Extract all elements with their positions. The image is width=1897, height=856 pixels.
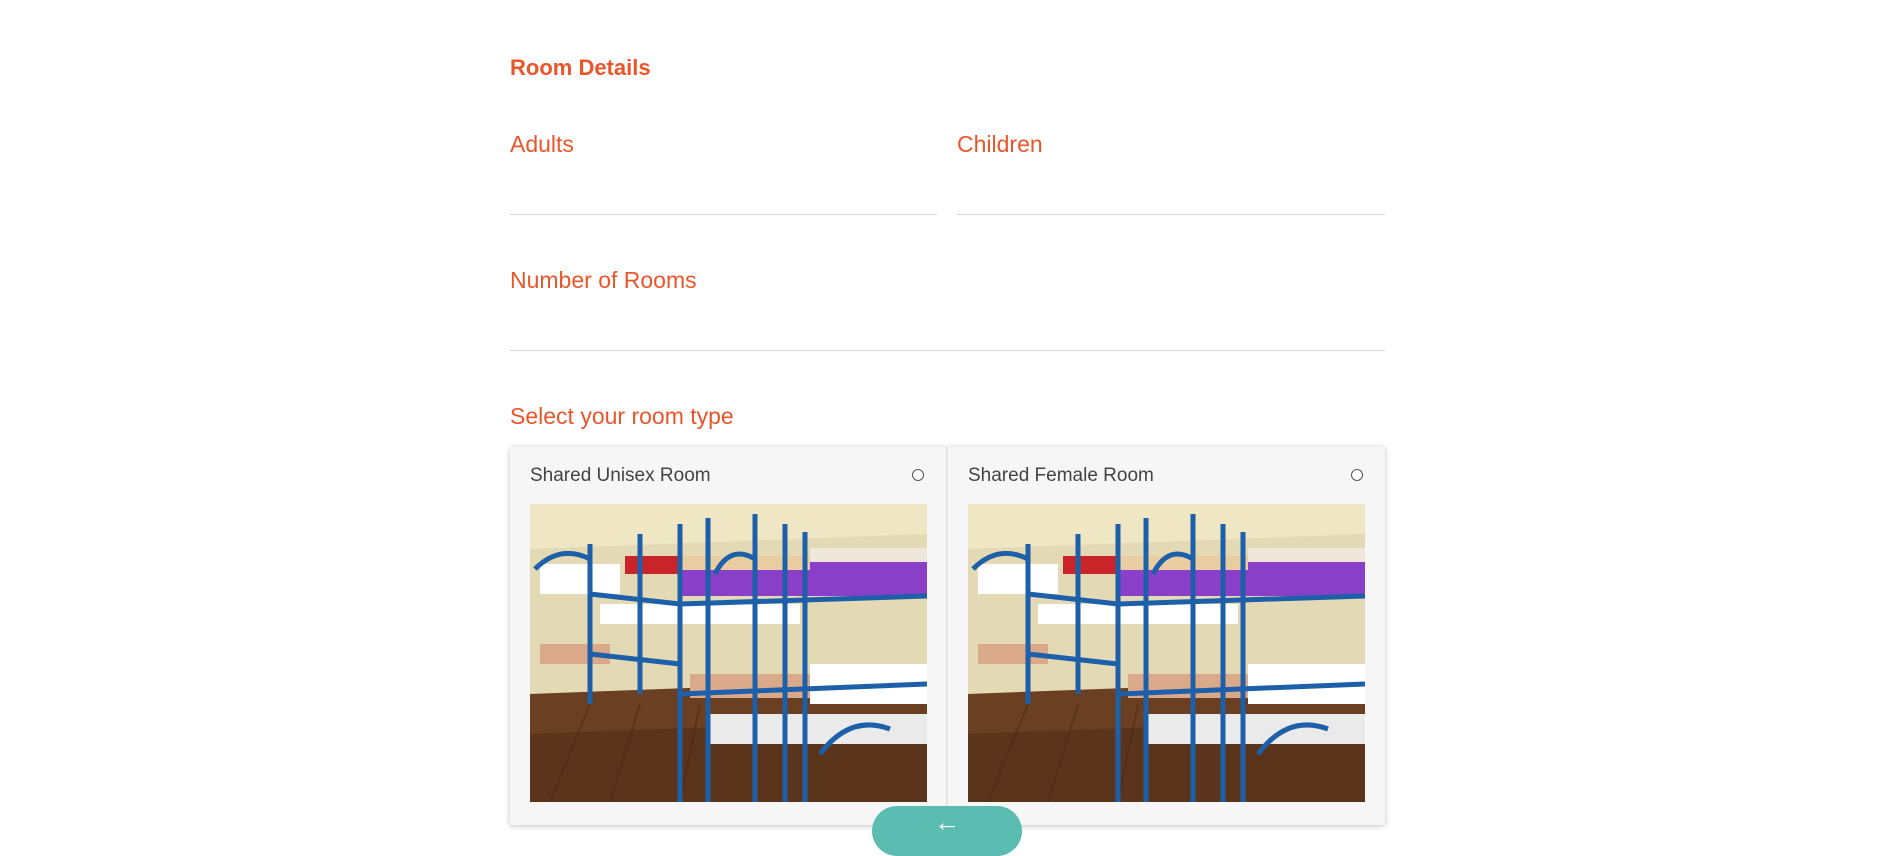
section-title: Room Details <box>510 55 651 80</box>
adults-input[interactable] <box>510 178 937 215</box>
room-type-label: Select your room type <box>510 403 734 429</box>
adults-field: Adults <box>510 131 937 215</box>
room-card-shared-female[interactable]: Shared Female Room <box>948 447 1385 825</box>
room-type-cards: Shared Unisex Room Shared Female Room <box>510 447 1385 825</box>
children-label: Children <box>957 131 1043 157</box>
room-radio-unisex[interactable] <box>912 469 924 481</box>
room-radio-female[interactable] <box>1351 469 1363 481</box>
adults-label: Adults <box>510 131 574 157</box>
room-name: Shared Female Room <box>968 465 1154 486</box>
rooms-input[interactable] <box>510 314 1385 351</box>
children-input[interactable] <box>957 178 1385 215</box>
bunk-beds-photo <box>968 504 1365 802</box>
rooms-label: Number of Rooms <box>510 267 697 293</box>
rooms-field: Number of Rooms <box>510 267 1385 351</box>
bunk-beds-photo <box>530 504 927 802</box>
room-card-shared-unisex[interactable]: Shared Unisex Room <box>510 447 948 825</box>
arrow-left-icon: ← <box>934 807 960 837</box>
back-button[interactable]: ← <box>872 806 1022 856</box>
room-name: Shared Unisex Room <box>530 465 711 486</box>
children-field: Children <box>957 131 1385 215</box>
